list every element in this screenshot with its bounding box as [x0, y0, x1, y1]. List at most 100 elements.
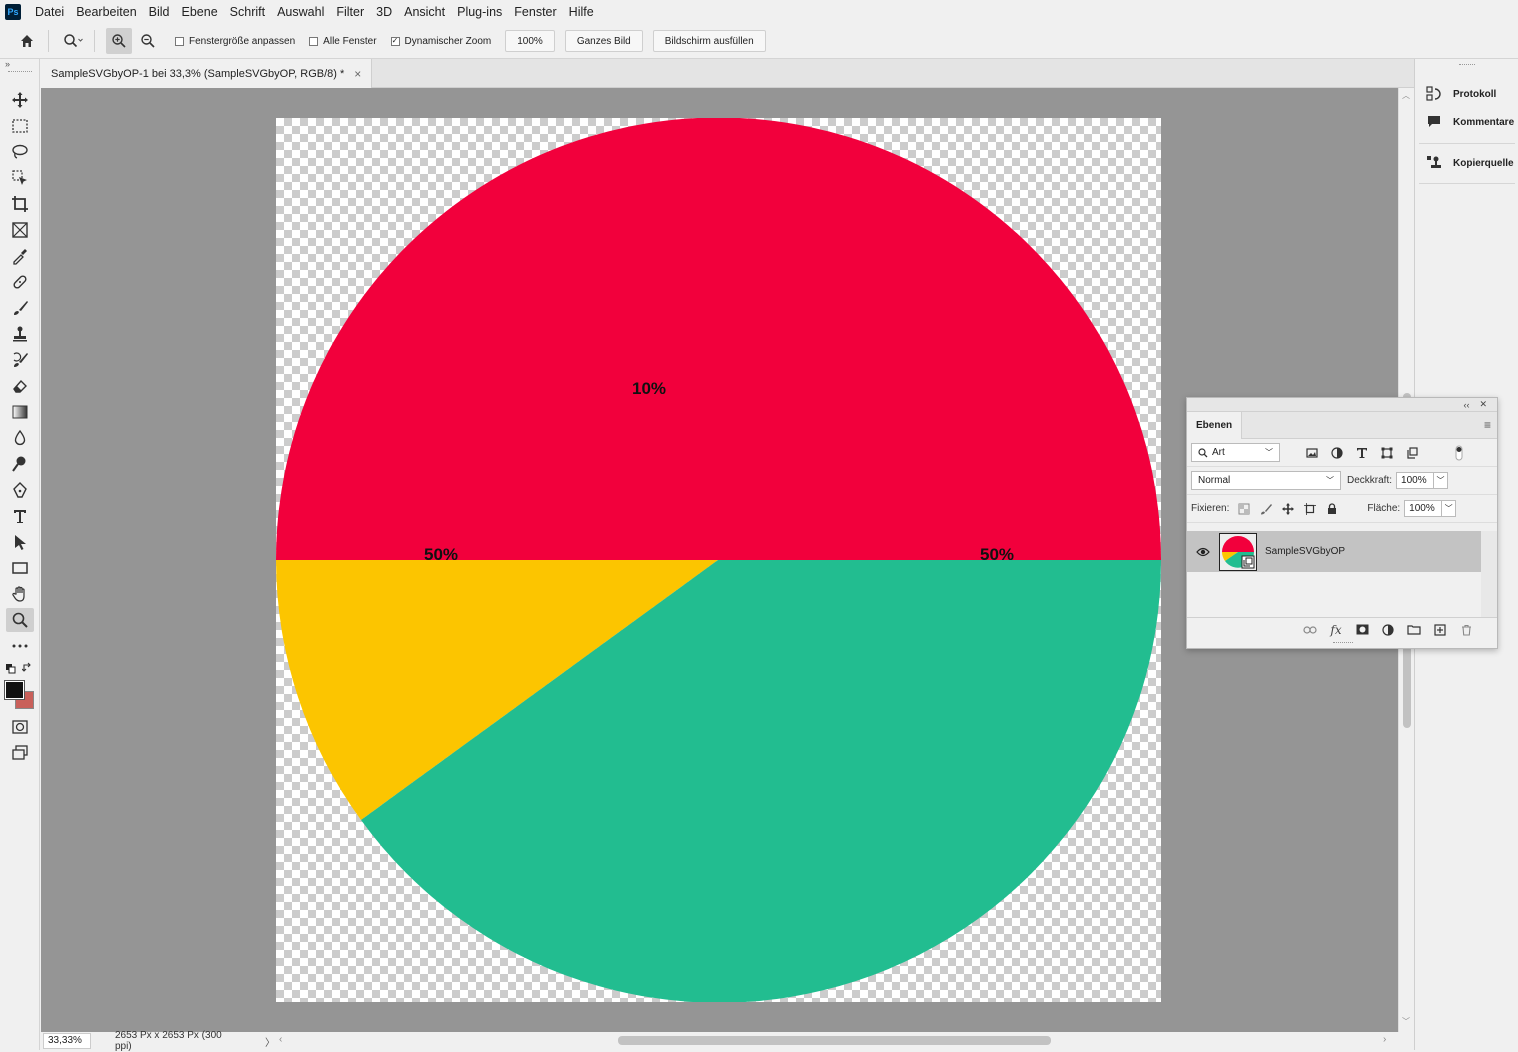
layers-scrollbar[interactable]	[1481, 531, 1497, 617]
menu-filter[interactable]: Filter	[330, 0, 370, 24]
delete-layer-icon[interactable]	[1453, 624, 1479, 636]
rectangle-tool-icon[interactable]	[6, 556, 34, 580]
collapse-panel-icon[interactable]: ‹‹	[1463, 400, 1469, 410]
fill-field[interactable]: 100%	[1404, 500, 1443, 517]
layer-row[interactable]: SampleSVGbyOP	[1187, 531, 1481, 572]
menu-3d[interactable]: 3D	[370, 0, 398, 24]
menu-datei[interactable]: Datei	[29, 0, 70, 24]
link-layers-icon[interactable]	[1297, 625, 1323, 635]
folder-icon[interactable]	[1401, 624, 1427, 635]
status-menu-arrow[interactable]: 〉	[265, 1034, 275, 1049]
layer-thumbnail[interactable]	[1219, 532, 1257, 571]
gradient-tool-icon[interactable]	[6, 400, 34, 424]
close-panel-icon[interactable]: ✕	[1479, 399, 1487, 410]
layer-name[interactable]: SampleSVGbyOP	[1265, 546, 1345, 557]
history-brush-tool-icon[interactable]	[6, 348, 34, 372]
scroll-left-icon[interactable]: ‹	[279, 1034, 282, 1045]
more-tools-icon[interactable]	[6, 634, 34, 658]
add-mask-icon[interactable]	[1349, 624, 1375, 635]
filter-adjustment-icon[interactable]	[1326, 446, 1348, 459]
home-icon[interactable]	[14, 28, 40, 54]
filter-shape-icon[interactable]	[1376, 447, 1398, 459]
lock-all-icon[interactable]	[1321, 502, 1343, 515]
healing-brush-tool-icon[interactable]	[6, 270, 34, 294]
foreground-color-swatch[interactable]	[4, 680, 25, 700]
filter-toggle-icon[interactable]	[1448, 445, 1470, 461]
filter-smart-object-icon[interactable]	[1401, 446, 1423, 459]
swap-colors-icon[interactable]	[21, 662, 33, 676]
grip-icon[interactable]	[8, 71, 32, 74]
layer-filter-select[interactable]: Art ﹀	[1191, 443, 1280, 462]
default-colors-icon[interactable]	[6, 663, 16, 677]
tab-layers[interactable]: Ebenen	[1187, 411, 1243, 439]
grip-icon[interactable]	[1333, 642, 1353, 645]
hand-tool-icon[interactable]	[6, 582, 34, 606]
object-selection-tool-icon[interactable]	[6, 166, 34, 190]
frame-tool-icon[interactable]	[6, 218, 34, 242]
dock-comments[interactable]: Kommentare	[1425, 114, 1514, 130]
quick-mask-icon[interactable]	[6, 715, 34, 739]
zoom-out-icon[interactable]	[135, 28, 161, 54]
horizontal-scrollbar-thumb[interactable]	[618, 1036, 1051, 1045]
menu-auswahl[interactable]: Auswahl	[271, 0, 330, 24]
chevron-down-icon[interactable]: ﹀	[1434, 472, 1449, 489]
dodge-tool-icon[interactable]	[6, 452, 34, 476]
collapse-icon[interactable]: »	[5, 59, 10, 69]
brush-tool-icon[interactable]	[6, 296, 34, 320]
eraser-tool-icon[interactable]	[6, 374, 34, 398]
lock-pixels-icon[interactable]	[1255, 503, 1277, 515]
menu-hilfe[interactable]: Hilfe	[563, 0, 600, 24]
zoom-tool-icon[interactable]	[6, 608, 34, 632]
zoom-in-icon[interactable]	[106, 28, 132, 54]
dock-history[interactable]: Protokoll	[1425, 86, 1496, 102]
chevron-down-icon[interactable]: ﹀	[1442, 500, 1457, 517]
blur-tool-icon[interactable]	[6, 426, 34, 450]
pen-tool-icon[interactable]	[6, 478, 34, 502]
dynamic-zoom-checkbox[interactable]: ✓ Dynamischer Zoom	[390, 36, 491, 47]
new-layer-icon[interactable]	[1427, 623, 1453, 636]
visibility-eye-icon[interactable]	[1187, 547, 1219, 557]
panel-menu-icon[interactable]: ≡	[1484, 418, 1491, 432]
document-canvas[interactable]: 10% 50% 50%	[276, 117, 1162, 1003]
zoom-percent-field[interactable]: 100%	[505, 30, 555, 52]
all-windows-checkbox[interactable]: Alle Fenster	[309, 36, 377, 47]
checkbox-box-checked[interactable]: ✓	[390, 36, 400, 46]
marquee-tool-icon[interactable]	[6, 114, 34, 138]
whole-image-button[interactable]: Ganzes Bild	[564, 30, 643, 52]
opacity-field[interactable]: 100%	[1396, 472, 1435, 489]
lasso-tool-icon[interactable]	[6, 140, 34, 164]
screen-mode-icon[interactable]	[6, 741, 34, 765]
menu-fenster[interactable]: Fenster	[508, 0, 562, 24]
menu-schrift[interactable]: Schrift	[224, 0, 271, 24]
menu-plugins[interactable]: Plug-ins	[451, 0, 508, 24]
dock-clone-source[interactable]: Kopierquelle	[1425, 155, 1514, 171]
lock-position-icon[interactable]	[1277, 502, 1299, 515]
path-selection-tool-icon[interactable]	[6, 530, 34, 554]
checkbox-box[interactable]	[309, 36, 319, 46]
fill-screen-button[interactable]: Bildschirm ausfüllen	[652, 30, 766, 52]
menu-ansicht[interactable]: Ansicht	[398, 0, 451, 24]
type-tool-icon[interactable]	[6, 504, 34, 528]
scroll-right-icon[interactable]: ›	[1383, 1034, 1386, 1045]
eyedropper-tool-icon[interactable]	[6, 244, 34, 268]
fit-window-checkbox[interactable]: Fenstergröße anpassen	[175, 36, 295, 47]
checkbox-box[interactable]	[175, 36, 184, 46]
filter-type-icon[interactable]	[1351, 447, 1373, 459]
move-tool-icon[interactable]	[6, 88, 34, 112]
document-tab[interactable]: SampleSVGbyOP-1 bei 33,3% (SampleSVGbyOP…	[41, 59, 373, 88]
blend-mode-select[interactable]: Normal ﹀	[1191, 471, 1341, 490]
menu-ebene[interactable]: Ebene	[176, 0, 224, 24]
adjustment-layer-icon[interactable]	[1375, 623, 1401, 636]
filter-pixel-icon[interactable]	[1301, 447, 1323, 459]
close-icon[interactable]: ×	[354, 67, 361, 81]
scroll-up-icon[interactable]: ︿	[1402, 90, 1410, 101]
clone-stamp-tool-icon[interactable]	[6, 322, 34, 346]
scroll-down-icon[interactable]: ﹀	[1402, 1016, 1410, 1027]
horizontal-scrollbar[interactable]: ‹ ›	[275, 1032, 1398, 1050]
lock-transparency-icon[interactable]	[1233, 503, 1255, 515]
zoom-tool-preset-icon[interactable]	[60, 28, 86, 54]
fx-icon[interactable]: fx	[1323, 623, 1349, 637]
grip-icon[interactable]	[1459, 64, 1475, 65]
status-zoom-field[interactable]: 33,33%	[43, 1033, 91, 1049]
menu-bild[interactable]: Bild	[143, 0, 176, 24]
